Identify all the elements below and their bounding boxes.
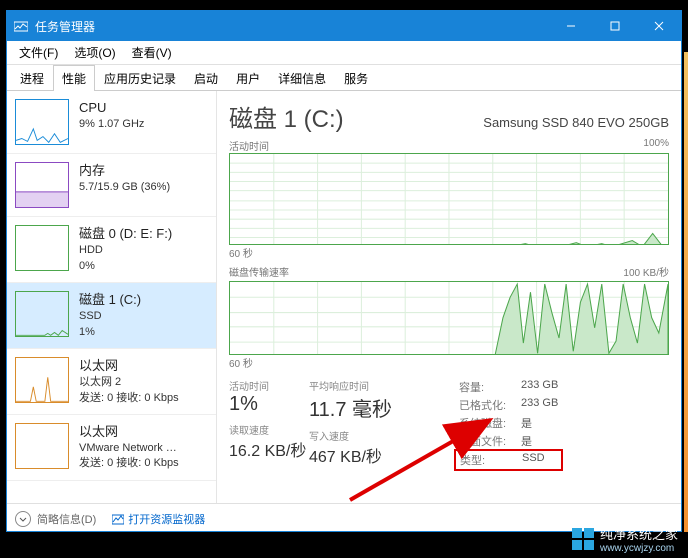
disk-title: 磁盘 1 (C:) bbox=[229, 99, 344, 134]
transfer-chart[interactable] bbox=[229, 281, 669, 355]
write-speed-label: 写入速度 bbox=[309, 428, 459, 443]
sidebar-item-disk1[interactable]: 磁盘 1 (C:) SSD 1% bbox=[7, 283, 216, 349]
task-manager-window: 任务管理器 文件(F) 选项(O) 查看(V) 进程 性能 应用历史记录 启动 … bbox=[6, 10, 682, 532]
sidebar-mem-sub: 5.7/15.9 GB (36%) bbox=[79, 180, 170, 195]
type-val: SSD bbox=[522, 451, 545, 469]
sidebar-cpu-name: CPU bbox=[79, 99, 144, 117]
watermark: 纯净系统之家 www.ycwjzy.com bbox=[572, 524, 678, 554]
read-speed-label: 读取速度 bbox=[229, 422, 309, 437]
eth1-thumbnail-graph bbox=[15, 357, 69, 403]
decorative-edge-bar bbox=[684, 52, 688, 532]
disk0-thumbnail-graph bbox=[15, 225, 69, 271]
menu-view[interactable]: 查看(V) bbox=[124, 42, 180, 63]
close-button[interactable] bbox=[637, 11, 681, 41]
capacity-val: 233 GB bbox=[521, 378, 558, 396]
sidebar-item-eth1[interactable]: 以太网 以太网 2 发送: 0 接收: 0 Kbps bbox=[7, 349, 216, 415]
tab-services[interactable]: 服务 bbox=[335, 65, 377, 91]
sidebar-item-memory[interactable]: 内存 5.7/15.9 GB (36%) bbox=[7, 154, 216, 217]
chart1-label-left: 活动时间 bbox=[229, 138, 269, 153]
sysdisk-val: 是 bbox=[521, 414, 532, 432]
tab-app-history[interactable]: 应用历史记录 bbox=[95, 65, 185, 91]
maximize-button[interactable] bbox=[593, 11, 637, 41]
sidebar-eth2-sub2: 发送: 0 接收: 0 Kbps bbox=[79, 456, 179, 471]
sidebar-disk0-sub2: 0% bbox=[79, 259, 172, 274]
chart1-axis: 60 秒 bbox=[229, 245, 253, 260]
menubar: 文件(F) 选项(O) 查看(V) bbox=[7, 41, 681, 65]
tab-startup[interactable]: 启动 bbox=[185, 65, 227, 91]
pagefile-val: 是 bbox=[521, 432, 532, 450]
active-time-label: 活动时间 bbox=[229, 378, 309, 393]
sidebar-eth1-name: 以太网 bbox=[79, 357, 179, 375]
pagefile-key: 页面文件: bbox=[459, 432, 521, 450]
type-highlight-box: 类型:SSD bbox=[454, 449, 563, 471]
avg-resp-label: 平均响应时间 bbox=[309, 378, 459, 393]
main-panel: 磁盘 1 (C:) Samsung SSD 840 EVO 250GB 活动时间… bbox=[217, 91, 681, 503]
tab-performance[interactable]: 性能 bbox=[53, 65, 95, 91]
formatted-key: 已格式化: bbox=[459, 396, 521, 414]
sidebar-disk0-name: 磁盘 0 (D: E: F:) bbox=[79, 225, 172, 243]
tab-users[interactable]: 用户 bbox=[227, 65, 269, 91]
content-area: CPU 9% 1.07 GHz 内存 5.7/15.9 GB (36%) 磁盘 … bbox=[7, 91, 681, 503]
eth2-thumbnail-graph bbox=[15, 423, 69, 469]
window-title: 任务管理器 bbox=[35, 18, 549, 35]
tab-details[interactable]: 详细信息 bbox=[269, 65, 335, 91]
active-time-value: 1% bbox=[229, 393, 309, 416]
sidebar-eth1-sub2: 发送: 0 接收: 0 Kbps bbox=[79, 391, 179, 406]
sidebar-eth2-name: 以太网 bbox=[79, 423, 179, 441]
menu-options[interactable]: 选项(O) bbox=[66, 42, 123, 63]
sidebar-cpu-sub: 9% 1.07 GHz bbox=[79, 117, 144, 132]
sidebar-disk1-name: 磁盘 1 (C:) bbox=[79, 291, 141, 309]
sidebar-item-disk0[interactable]: 磁盘 0 (D: E: F:) HDD 0% bbox=[7, 217, 216, 283]
watermark-logo-icon bbox=[572, 528, 594, 550]
type-key: 类型: bbox=[460, 451, 522, 469]
sysdisk-key: 系统磁盘: bbox=[459, 414, 521, 432]
menu-file[interactable]: 文件(F) bbox=[11, 42, 66, 63]
chart2-label-left: 磁盘传输速率 bbox=[229, 264, 289, 279]
fewer-details-icon[interactable] bbox=[15, 511, 31, 527]
cpu-thumbnail-graph bbox=[15, 99, 69, 145]
write-speed-value: 467 KB/秒 bbox=[309, 443, 459, 467]
chart2-label-right: 100 KB/秒 bbox=[623, 264, 669, 279]
sidebar-item-cpu[interactable]: CPU 9% 1.07 GHz bbox=[7, 91, 216, 154]
read-speed-value: 16.2 KB/秒 bbox=[229, 437, 309, 461]
capacity-key: 容量: bbox=[459, 378, 521, 396]
sidebar-disk1-sub1: SSD bbox=[79, 309, 141, 324]
sidebar-eth1-sub1: 以太网 2 bbox=[79, 375, 179, 390]
chart2-axis: 60 秒 bbox=[229, 355, 253, 370]
watermark-brand: 纯净系统之家 bbox=[600, 524, 678, 543]
open-resmon-link[interactable]: 打开资源监视器 bbox=[112, 511, 205, 527]
app-icon bbox=[13, 18, 29, 34]
minimize-button[interactable] bbox=[549, 11, 593, 41]
chart1-label-right: 100% bbox=[643, 138, 669, 153]
titlebar: 任务管理器 bbox=[7, 11, 681, 41]
sidebar: CPU 9% 1.07 GHz 内存 5.7/15.9 GB (36%) 磁盘 … bbox=[7, 91, 217, 503]
fewer-details-label[interactable]: 简略信息(D) bbox=[37, 511, 96, 527]
memory-thumbnail-graph bbox=[15, 162, 69, 208]
resmon-icon bbox=[112, 513, 124, 525]
avg-resp-value: 11.7 毫秒 bbox=[309, 393, 459, 422]
disk-model: Samsung SSD 840 EVO 250GB bbox=[483, 115, 669, 130]
formatted-val: 233 GB bbox=[521, 396, 558, 414]
activity-chart[interactable] bbox=[229, 153, 669, 245]
disk1-thumbnail-graph bbox=[15, 291, 69, 337]
watermark-url: www.ycwjzy.com bbox=[600, 543, 678, 554]
sidebar-mem-name: 内存 bbox=[79, 162, 170, 180]
tab-processes[interactable]: 进程 bbox=[11, 65, 53, 91]
tabbar: 进程 性能 应用历史记录 启动 用户 详细信息 服务 bbox=[7, 65, 681, 91]
sidebar-disk1-sub2: 1% bbox=[79, 325, 141, 340]
sidebar-disk0-sub1: HDD bbox=[79, 243, 172, 258]
sidebar-eth2-sub1: VMware Network … bbox=[79, 441, 179, 456]
sidebar-item-eth2[interactable]: 以太网 VMware Network … 发送: 0 接收: 0 Kbps bbox=[7, 415, 216, 481]
